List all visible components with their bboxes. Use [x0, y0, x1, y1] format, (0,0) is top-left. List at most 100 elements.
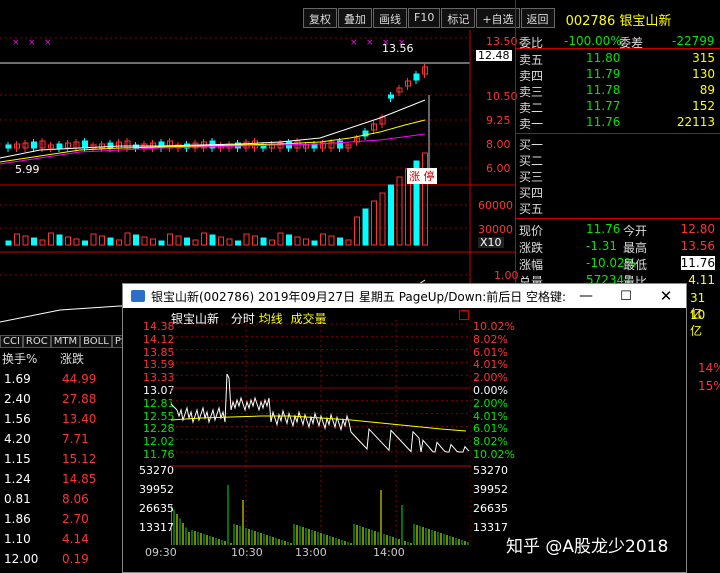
left-table-row: 4.20 7.71 [0, 432, 110, 452]
toolbar-button-f10[interactable]: F10 [408, 8, 441, 28]
sell-level-row[interactable]: 卖二 11.77 152 [516, 99, 720, 115]
svg-text:×: × [28, 38, 36, 48]
price-tick: 12.81 [143, 396, 175, 410]
weibi-label: 委比 [519, 36, 544, 50]
stat-value: 13.56 [680, 239, 715, 253]
svg-text:×: × [350, 38, 358, 48]
quote-stat-row: 现价 11.76 今开 12.80 [516, 222, 720, 238]
percent-tick: 10.02% [473, 448, 515, 461]
intraday-popup[interactable]: 银宝山新(002786) 2019年09月27日 星期五 PageUp/Down… [122, 283, 687, 573]
tab-cci[interactable]: CCI [0, 335, 23, 348]
weicha-label: 委差 [619, 36, 644, 50]
buy-level-row[interactable]: 买五 [516, 200, 720, 216]
low-price-label: 5.99 [15, 163, 40, 176]
buy-level-row[interactable]: 买二 [516, 152, 720, 168]
weibi-value: -100.00% [564, 34, 622, 48]
volume-bar [379, 192, 386, 246]
stat-label: 最高 [623, 241, 648, 255]
orderbook-divider [516, 218, 720, 219]
turnover-value: 1.10 [4, 532, 31, 546]
volume-bar [218, 236, 224, 246]
percent-tick: 4.01% [473, 358, 508, 372]
popup-titlebar[interactable]: 银宝山新(002786) 2019年09月27日 星期五 PageUp/Down… [123, 284, 686, 308]
turnover-value: 1.56 [4, 412, 31, 426]
candle [413, 73, 420, 81]
turnover-value: 2.40 [4, 392, 31, 406]
buy-level-row[interactable]: 买四 [516, 184, 720, 200]
volume-bar [277, 232, 284, 246]
left-table-row: 1.86 2.70 [0, 512, 110, 532]
stat-label: 最低 [623, 258, 648, 272]
left-table-header-change: 涨跌 [60, 352, 85, 366]
svg-text:×: × [12, 38, 20, 48]
left-table-row: 12.00 0.19 [0, 552, 110, 572]
price-tick: 13.59 [143, 358, 175, 372]
sell-level-row[interactable]: 卖三 11.78 89 [516, 83, 720, 99]
sell-level-row[interactable]: 卖五 11.80 315 [516, 51, 720, 67]
buy-level-label: 买二 [519, 154, 544, 168]
volume-bar [209, 234, 216, 246]
close-icon[interactable]: ✕ [646, 287, 686, 305]
sell-volume: 130 [692, 67, 715, 81]
tab-boll[interactable]: BOLL [80, 335, 112, 348]
popup-time-axis: 09:30 10:30 13:00 14:00 [123, 546, 483, 560]
intraday-chart [171, 320, 471, 545]
volume-bar [311, 240, 318, 246]
price-tick: 9.25 [486, 114, 511, 127]
buy-level-row[interactable]: 买一 [516, 136, 720, 152]
stat-value: -1.31 [586, 239, 618, 253]
sell-level-row[interactable]: 卖一 11.76 22113 [516, 115, 720, 131]
tab-roc[interactable]: ROC [22, 335, 51, 348]
watermark: 知乎 @A股龙少2018 [506, 537, 669, 557]
stat-value: 4.11 [688, 273, 715, 287]
volume-bar [99, 235, 105, 246]
tab-mtm[interactable]: MTM [50, 335, 81, 348]
volume-bar [320, 233, 326, 246]
vol-unit: X10 [478, 236, 504, 249]
volume-bar [192, 239, 199, 246]
change-value: 14.85 [62, 472, 97, 486]
volume-bar [124, 232, 131, 246]
buy-level-row[interactable]: 买三 [516, 168, 720, 184]
volume-bar [243, 233, 250, 246]
left-table-row: 1.15 15.12 [0, 452, 110, 472]
sell-level-row[interactable]: 卖四 11.79 130 [516, 67, 720, 83]
volume-bar [362, 208, 369, 246]
vol-tick: 26635 [473, 502, 508, 515]
change-value: 13.40 [62, 412, 97, 426]
volume-bar [116, 239, 122, 246]
toolbar-button-draw[interactable]: 画线 [373, 8, 407, 28]
sell-level-label: 卖五 [519, 53, 544, 67]
sell-level-label: 卖四 [519, 69, 544, 83]
minimize-icon[interactable]: — [566, 288, 606, 304]
price-tick: 11.76 [143, 448, 175, 461]
kline-panel[interactable]: 复权 叠加 画线 F10 标记 +自选 返回 × × × × × × × 13.56 5.… [0, 0, 555, 348]
volume-bar [90, 233, 97, 246]
left-table-row: 1.56 13.40 [0, 412, 110, 432]
left-table-row: 0.81 8.06 [0, 492, 110, 512]
svg-text:×: × [366, 38, 374, 48]
volume-bar [175, 235, 182, 246]
stat-label: 涨跌 [519, 241, 544, 255]
limit-stop-text: 停 [423, 170, 435, 183]
sell-price: 11.77 [586, 99, 621, 113]
toolbar-button-mark[interactable]: 标记 [441, 8, 476, 28]
price-tick: 8.00 [486, 138, 511, 151]
volume-bar [260, 237, 267, 246]
volume-bar [371, 200, 377, 246]
percent-tick: 2.00% [473, 396, 508, 410]
maximize-icon[interactable]: ☐ [606, 289, 646, 304]
change-value: 15.12 [62, 452, 97, 466]
price-tick: 13.33 [143, 371, 175, 385]
volume-bar [388, 184, 394, 246]
volume-bar [65, 236, 71, 246]
stat-value: 12.80 [680, 222, 715, 236]
toolbar-button-fuquan[interactable]: 复权 [303, 8, 337, 28]
sell-level-label: 卖三 [519, 85, 544, 99]
toolbar-button-overlay[interactable]: 叠加 [338, 8, 372, 28]
price-tick: 10.50 [486, 90, 518, 103]
change-value: 4.14 [62, 532, 89, 546]
toolbar-button-watchlist[interactable]: +自选 [476, 8, 520, 28]
percent-tick: 8.02% [473, 332, 508, 346]
volume-bar [5, 240, 12, 246]
